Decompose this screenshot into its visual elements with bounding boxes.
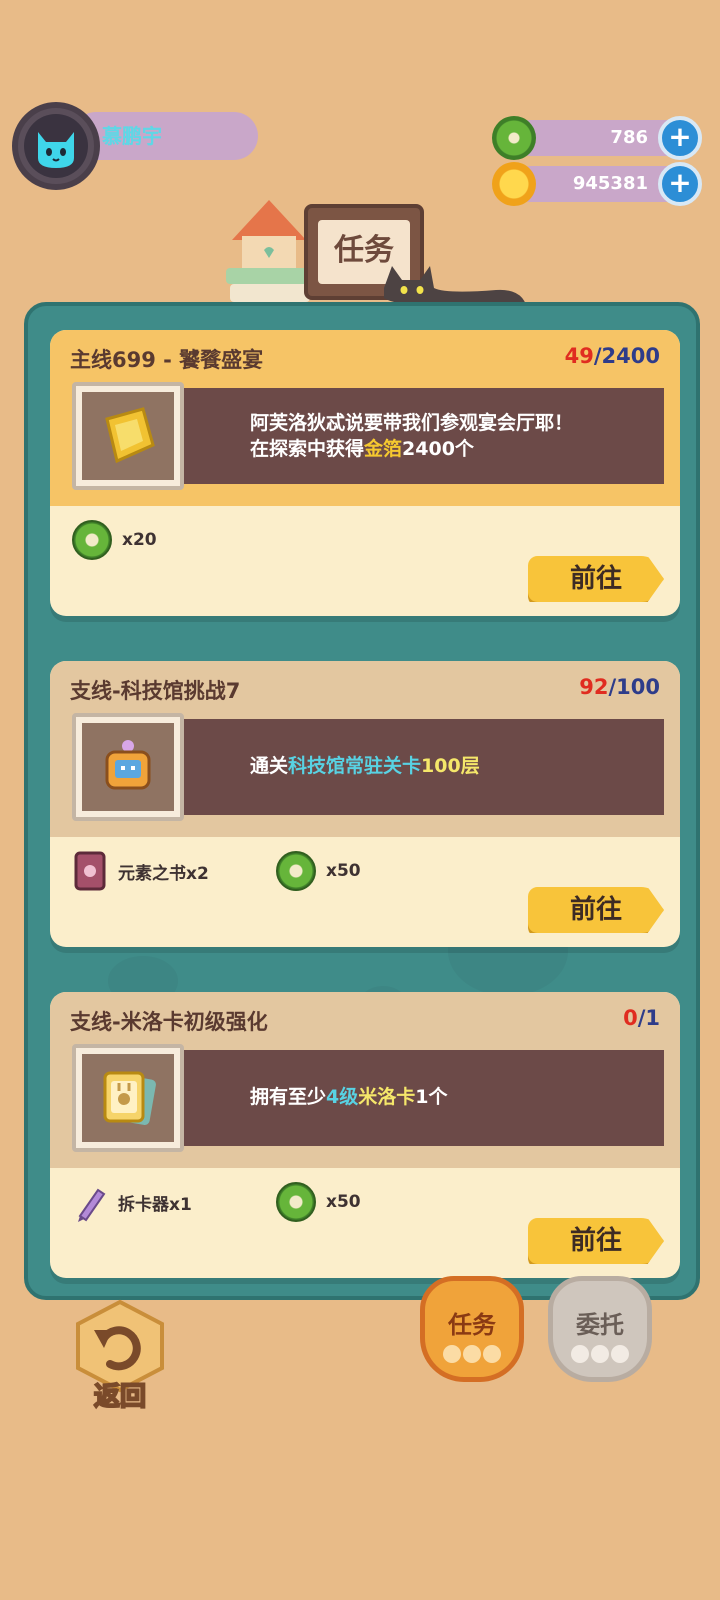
task-card-main: 主线699 - 饕餮盛宴 49/2400 阿芙洛狄忒说要带我们参观宴会厅耶！ 在… <box>50 330 680 616</box>
progress-total: 2400 <box>601 344 660 368</box>
tab-task-label: 任务 <box>448 1311 496 1339</box>
gold-foil-icon <box>82 392 174 480</box>
robot-icon <box>82 723 174 811</box>
task-card-side: 支线-米洛卡初级强化 0/1 拥有至少4级米洛卡1个 拆卡器x1 x50 前往 <box>50 992 680 1278</box>
back-button[interactable]: 返回 <box>70 1298 170 1413</box>
task-rewards: 拆卡器x1 x50 前往 <box>50 1168 680 1278</box>
book-icon <box>74 851 106 891</box>
desc-line-2: 在探索中获得金箔2400个 <box>250 438 474 460</box>
donut-icon <box>72 520 112 560</box>
task-progress: 49/2400 <box>564 344 660 368</box>
reward-item: 元素之书x2 <box>72 851 209 891</box>
progress-total: 100 <box>616 675 660 699</box>
task-rewards: 元素之书x2 x50 前往 <box>50 837 680 947</box>
house-decoration <box>226 196 312 306</box>
desc-line-1: 阿芙洛狄忒说要带我们参观宴会厅耶！ <box>250 412 574 434</box>
cat-face-icon <box>24 114 88 178</box>
task-card-header: 支线-米洛卡初级强化 0/1 拥有至少4级米洛卡1个 <box>50 992 680 1168</box>
task-description: 阿芙洛狄忒说要带我们参观宴会厅耶！ 在探索中获得金箔2400个 <box>142 388 664 484</box>
go-button[interactable]: 前往 <box>528 1218 664 1264</box>
gem-counter: 786 + <box>492 116 702 160</box>
go-button[interactable]: 前往 <box>528 887 664 933</box>
donut-icon <box>276 1182 316 1222</box>
paw-icon <box>443 1345 501 1363</box>
progress-current: 92 <box>579 675 609 699</box>
task-thumbnail <box>72 382 184 490</box>
task-card-header: 支线-科技馆挑战7 92/100 通关科技馆常驻关卡100层 <box>50 661 680 837</box>
reward-item: x50 <box>276 851 361 891</box>
task-description: 通关科技馆常驻关卡100层 <box>142 719 664 815</box>
add-coins-button[interactable]: + <box>658 162 702 206</box>
reward-item: x50 <box>276 1182 361 1222</box>
card-icon <box>82 1054 174 1142</box>
task-thumbnail <box>72 713 184 821</box>
pen-icon <box>78 1188 106 1222</box>
gem-count: 786 <box>610 127 648 148</box>
tab-commission-label: 委托 <box>576 1311 624 1339</box>
paw-icon <box>571 1345 629 1363</box>
back-label: 返回 <box>93 1381 147 1413</box>
task-thumbnail <box>72 1044 184 1152</box>
add-gems-button[interactable]: + <box>658 116 702 160</box>
progress-current: 49 <box>564 344 594 368</box>
coin-icon <box>492 162 536 206</box>
task-progress: 92/100 <box>579 675 660 699</box>
coin-counter: 945381 + <box>492 162 702 206</box>
tab-commission[interactable]: 委托 <box>548 1276 652 1382</box>
donut-icon <box>276 851 316 891</box>
tab-task[interactable]: 任务 <box>420 1276 524 1382</box>
progress-total: 1 <box>645 1006 660 1030</box>
go-button[interactable]: 前往 <box>528 556 664 602</box>
task-description: 拥有至少4级米洛卡1个 <box>142 1050 664 1146</box>
donut-icon <box>492 116 536 160</box>
reward-item: x20 <box>72 520 157 560</box>
task-panel[interactable]: 主线699 - 饕餮盛宴 49/2400 阿芙洛狄忒说要带我们参观宴会厅耶！ 在… <box>24 302 700 1300</box>
progress-current: 0 <box>623 1006 638 1030</box>
task-card-header: 主线699 - 饕餮盛宴 49/2400 阿芙洛狄忒说要带我们参观宴会厅耶！ 在… <box>50 330 680 506</box>
task-card-side: 支线-科技馆挑战7 92/100 通关科技馆常驻关卡100层 元素之书x2 x5… <box>50 661 680 947</box>
reward-item: 拆卡器x1 <box>72 1182 192 1222</box>
coin-count: 945381 <box>572 173 648 194</box>
task-title: 支线-科技馆挑战7 <box>70 679 241 703</box>
player-name: 慕鹏宇 <box>72 112 258 160</box>
task-progress: 0/1 <box>623 1006 660 1030</box>
task-title: 主线699 - 饕餮盛宴 <box>70 348 264 372</box>
task-rewards: x20 前往 <box>50 506 680 616</box>
task-title: 支线-米洛卡初级强化 <box>70 1010 268 1034</box>
player-avatar[interactable] <box>12 102 100 190</box>
